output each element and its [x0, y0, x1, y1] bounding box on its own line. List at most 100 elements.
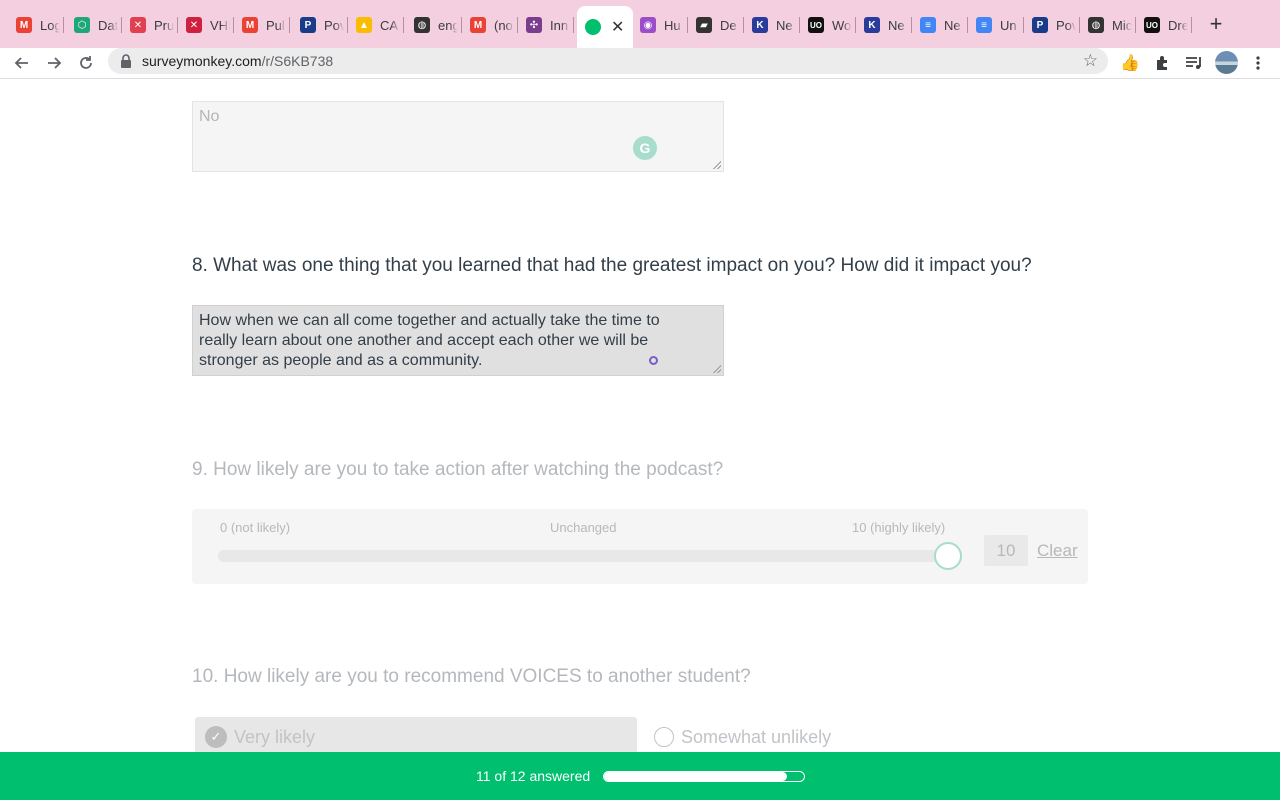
- q10-option-very-likely[interactable]: ✓ Very likely: [195, 717, 637, 752]
- tab-16[interactable]: ≡ Un: [968, 11, 1024, 39]
- tab-17[interactable]: P Pov: [1024, 11, 1080, 39]
- tab-separator: [573, 17, 574, 33]
- slider-track[interactable]: [218, 550, 948, 562]
- grammarly-small-icon[interactable]: [649, 356, 658, 365]
- tab-6[interactable]: ▲ CA: [348, 11, 404, 39]
- hexagon-icon: ⬡: [74, 17, 90, 33]
- q9-label: 9. How likely are you to take action aft…: [192, 459, 724, 480]
- uo-icon: UO: [1144, 17, 1160, 33]
- q8-answer-textarea[interactable]: How when we can all come together and ac…: [192, 305, 724, 376]
- gmail-icon: M: [242, 17, 258, 33]
- pru-icon: ✕: [130, 17, 146, 33]
- docs-icon: ≡: [976, 17, 992, 33]
- tab-title: Ne: [944, 17, 961, 33]
- tab-active-surveymonkey[interactable]: ✕: [577, 6, 633, 48]
- slider-max-label: 10 (highly likely): [852, 520, 946, 535]
- browser-toolbar: surveymonkey.com/r/S6KB738 ☆ 👍: [0, 48, 1280, 79]
- q8-answer-text: How when we can all come together and ac…: [199, 312, 660, 369]
- q7-answer-text: No: [199, 108, 220, 125]
- tab-title: Pul: [266, 17, 285, 33]
- thumbs-up-extension-icon[interactable]: 👍: [1118, 51, 1142, 75]
- q10-option-somewhat-unlikely[interactable]: Somewhat unlikely: [654, 717, 831, 752]
- close-tab-icon[interactable]: ✕: [611, 17, 624, 37]
- tab-title: Pov: [324, 17, 344, 33]
- progress-bar: [603, 771, 805, 782]
- tab-separator: [63, 17, 64, 33]
- tab-title: CA: [380, 17, 399, 33]
- q10-label: 10. How likely are you to recommend VOIC…: [192, 666, 751, 687]
- tab-2[interactable]: ✕ Pru: [122, 11, 178, 39]
- q7-answer-textarea[interactable]: No G: [192, 101, 724, 172]
- grammarly-icon[interactable]: G: [633, 136, 657, 160]
- tab-7[interactable]: ◍ eng: [406, 11, 462, 39]
- gmail-icon: M: [16, 17, 32, 33]
- back-arrow-icon: [14, 57, 28, 69]
- new-tab-button[interactable]: +: [1205, 13, 1227, 35]
- tab-18[interactable]: ◍ Mic: [1080, 11, 1136, 39]
- bookmark-star-icon[interactable]: ☆: [1083, 51, 1098, 71]
- tab-15[interactable]: ≡ Ne: [912, 11, 968, 39]
- tab-11[interactable]: ▰ De: [688, 11, 744, 39]
- tab-10[interactable]: ◉ Hu: [632, 11, 688, 39]
- radio-icon: [654, 727, 674, 747]
- slider-thumb[interactable]: [934, 542, 962, 570]
- resize-handle-icon[interactable]: [713, 365, 721, 373]
- tab-9[interactable]: ✣ Inn: [518, 11, 574, 39]
- back-button[interactable]: [9, 50, 35, 76]
- resize-handle-icon[interactable]: [713, 161, 721, 169]
- tab-title: eng: [438, 17, 458, 33]
- tab-19[interactable]: UO Dre: [1136, 11, 1192, 39]
- reading-list-icon[interactable]: [1182, 51, 1206, 75]
- check-icon: ✓: [205, 726, 227, 748]
- tab-title: (no: [494, 17, 513, 33]
- p-icon: P: [300, 17, 316, 33]
- lock-icon: [121, 54, 131, 68]
- uo-icon: UO: [808, 17, 824, 33]
- vh-icon: ✕: [186, 17, 202, 33]
- tab-8[interactable]: M (no: [462, 11, 518, 39]
- tab-title: De: [720, 17, 737, 33]
- surveymonkey-icon: [585, 19, 601, 35]
- tab-5[interactable]: P Pov: [292, 11, 348, 39]
- tab-title: Pov: [1056, 17, 1076, 33]
- url-text: surveymonkey.com/r/S6KB738: [142, 53, 334, 69]
- tab-separator: [289, 17, 290, 33]
- tab-title: VHI: [210, 17, 230, 33]
- tab-4[interactable]: M Pul: [234, 11, 290, 39]
- tab-1[interactable]: ⬡ Dat: [66, 11, 122, 39]
- k-icon: K: [752, 17, 768, 33]
- progress-count: 11 of 12 answered: [476, 768, 591, 784]
- gmail-icon: M: [470, 17, 486, 33]
- slider-value-box[interactable]: 10: [984, 535, 1028, 566]
- tab-title: Pru: [154, 17, 174, 33]
- tab-3[interactable]: ✕ VHI: [178, 11, 234, 39]
- q9-slider-box: 0 (not likely) Unchanged 10 (highly like…: [192, 509, 1088, 584]
- tab-title: Log: [40, 17, 60, 33]
- tab-strip: + M Log ⬡ Dat ✕ Pru ✕ VHI M Pul P Pov ▲ CA ◍ eng M (no ✣ In…: [0, 0, 1280, 48]
- cap-icon: ▰: [696, 17, 712, 33]
- tab-0[interactable]: M Log: [8, 11, 64, 39]
- tab-13[interactable]: UO Wo: [800, 11, 856, 39]
- option-label: Very likely: [234, 726, 316, 747]
- puzzle-extensions-icon[interactable]: [1150, 51, 1174, 75]
- progress-bar-fill: [604, 772, 788, 781]
- tab-14[interactable]: K Ne: [856, 11, 912, 39]
- forward-button[interactable]: [41, 50, 67, 76]
- podcast-icon: ◉: [640, 17, 656, 33]
- reload-button[interactable]: [73, 50, 99, 76]
- tab-12[interactable]: K Ne: [744, 11, 800, 39]
- tab-title: Dre: [1168, 17, 1188, 33]
- reload-icon: [80, 56, 92, 69]
- progress-footer: 11 of 12 answered: [0, 752, 1280, 800]
- k-icon: K: [864, 17, 880, 33]
- p-icon: P: [1032, 17, 1048, 33]
- address-bar[interactable]: surveymonkey.com/r/S6KB738 ☆: [108, 48, 1108, 74]
- q8-label: 8. What was one thing that you learned t…: [192, 255, 1032, 276]
- browser-menu-icon[interactable]: [1246, 51, 1270, 75]
- slider-clear-link[interactable]: Clear: [1037, 541, 1078, 561]
- tab-separator: [1191, 17, 1192, 33]
- tab-title: Un: [1000, 17, 1017, 33]
- slider-min-label: 0 (not likely): [220, 520, 291, 535]
- slider-mid-label: Unchanged: [550, 520, 617, 535]
- profile-avatar[interactable]: [1215, 51, 1238, 74]
